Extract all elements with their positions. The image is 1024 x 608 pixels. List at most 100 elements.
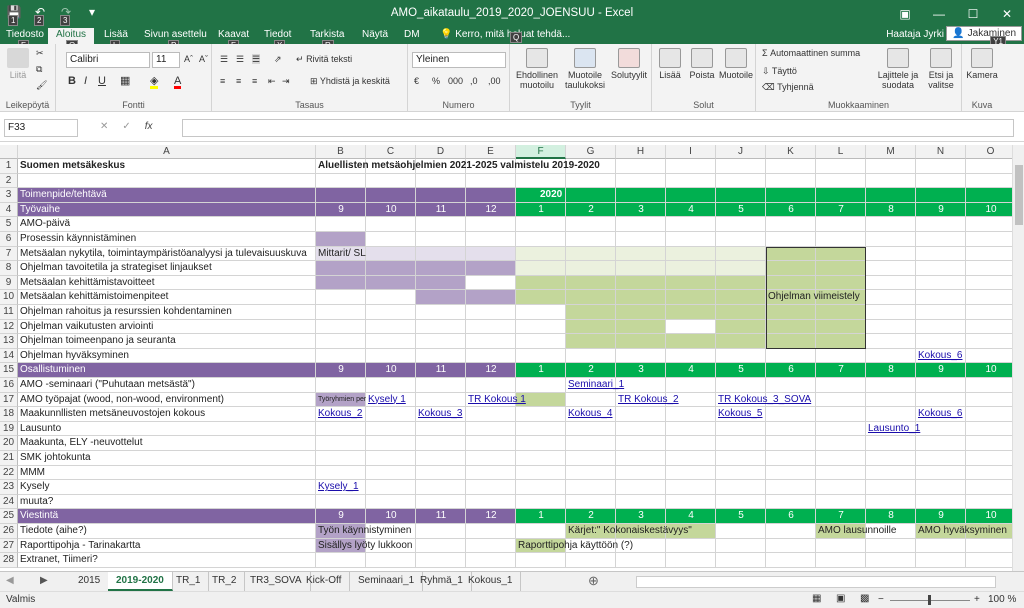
- cell-e11[interactable]: [466, 305, 516, 320]
- cell-m17[interactable]: [866, 392, 916, 408]
- merge-center-button[interactable]: ⊞ Yhdistä ja keskitä: [310, 76, 390, 86]
- row-header-20[interactable]: 20: [0, 436, 18, 451]
- increase-indent-icon[interactable]: ⇥: [282, 76, 290, 86]
- cell-b10[interactable]: [316, 290, 366, 305]
- cell-a23[interactable]: [18, 480, 316, 495]
- cell-e28[interactable]: [466, 553, 516, 568]
- tab-view[interactable]: Näytä: [360, 28, 390, 44]
- cell-g5[interactable]: [566, 217, 616, 232]
- cell-o12[interactable]: [966, 319, 1012, 335]
- cell-l7[interactable]: [816, 246, 866, 262]
- cell-k27[interactable]: [766, 538, 816, 554]
- cell-b20[interactable]: [316, 436, 366, 451]
- cell-c13[interactable]: [366, 334, 416, 349]
- cell-f10[interactable]: [516, 290, 566, 305]
- cell-d26[interactable]: [416, 524, 466, 539]
- cell-f11[interactable]: [516, 305, 566, 320]
- cell-e13[interactable]: [466, 334, 516, 349]
- paste-button[interactable]: Liitä: [4, 48, 32, 80]
- cell-g14[interactable]: [566, 348, 616, 364]
- autosum-button[interactable]: Σ Automaattinen summa: [762, 48, 860, 58]
- tab-dm[interactable]: DM: [402, 28, 422, 44]
- cell-g3[interactable]: [566, 188, 616, 203]
- cell-n13[interactable]: [916, 334, 966, 349]
- cell-m9[interactable]: [866, 275, 916, 291]
- cell-i2[interactable]: [666, 173, 716, 189]
- cell-e19[interactable]: [466, 421, 516, 437]
- increase-decimal-icon[interactable]: ,0: [470, 76, 478, 86]
- cell-f13[interactable]: [516, 334, 566, 349]
- share-button[interactable]: 👤 Jakaminen: [946, 26, 1022, 41]
- cell-a19[interactable]: [18, 421, 316, 437]
- cell-e16[interactable]: [466, 378, 516, 393]
- column-header-g[interactable]: G: [566, 145, 616, 159]
- cell-m3[interactable]: [866, 188, 916, 203]
- cell-n28[interactable]: [916, 553, 966, 568]
- cell-f16[interactable]: [516, 378, 566, 393]
- row-header-18[interactable]: 18: [0, 407, 18, 422]
- cell-e27[interactable]: [466, 538, 516, 554]
- cell-l2[interactable]: [816, 173, 866, 189]
- cell-m23[interactable]: [866, 480, 916, 495]
- cell-k19[interactable]: [766, 421, 816, 437]
- column-header-e[interactable]: E: [466, 145, 516, 159]
- cell-f5[interactable]: [516, 217, 566, 232]
- cell-g24[interactable]: [566, 494, 616, 510]
- cell-i7[interactable]: [666, 246, 716, 262]
- cell-m16[interactable]: [866, 378, 916, 393]
- cell-o14[interactable]: [966, 348, 1012, 364]
- cell-c19[interactable]: [366, 421, 416, 437]
- cell-m13[interactable]: [866, 334, 916, 349]
- cell-o28[interactable]: [966, 553, 1012, 568]
- row-header-23[interactable]: 23: [0, 480, 18, 495]
- cell-m10[interactable]: [866, 290, 916, 305]
- cell-a25[interactable]: [18, 509, 316, 524]
- column-header-f[interactable]: F: [516, 145, 566, 159]
- decrease-decimal-icon[interactable]: ,00: [488, 76, 501, 86]
- close-button[interactable]: ✕: [990, 0, 1024, 28]
- cell-l5[interactable]: [816, 217, 866, 232]
- cell-h20[interactable]: [616, 436, 666, 451]
- cell-g10[interactable]: [566, 290, 616, 305]
- fx-icon[interactable]: fx: [145, 121, 153, 132]
- cell-l1[interactable]: [816, 159, 866, 174]
- cell-d27[interactable]: [416, 538, 466, 554]
- cell-i23[interactable]: [666, 480, 716, 495]
- cell-f22[interactable]: [516, 465, 566, 481]
- cell-k26[interactable]: [766, 524, 816, 539]
- cell-m27[interactable]: [866, 538, 916, 554]
- cell-i21[interactable]: [666, 451, 716, 466]
- cell-f18[interactable]: [516, 407, 566, 422]
- cell-m12[interactable]: [866, 319, 916, 335]
- cell-d21[interactable]: [416, 451, 466, 466]
- add-sheet-icon[interactable]: ⊕: [588, 573, 599, 589]
- currency-icon[interactable]: €: [414, 76, 419, 86]
- name-box[interactable]: F33: [4, 119, 78, 137]
- cell-j7[interactable]: [716, 246, 766, 262]
- cell-e9[interactable]: [466, 275, 516, 291]
- cell-n24[interactable]: [916, 494, 966, 510]
- cell-o19[interactable]: [966, 421, 1012, 437]
- cell-h2[interactable]: [616, 173, 666, 189]
- zoom-out-icon[interactable]: −: [878, 594, 884, 605]
- cell-k9[interactable]: [766, 275, 816, 291]
- cell-g17[interactable]: [566, 392, 616, 408]
- cell-e20[interactable]: [466, 436, 516, 451]
- cell-h1[interactable]: [616, 159, 666, 174]
- cell-o8[interactable]: [966, 261, 1012, 276]
- fill-button[interactable]: ⇩ Täyttö: [762, 66, 797, 76]
- cell-l17[interactable]: [816, 392, 866, 408]
- row-header-6[interactable]: 6: [0, 232, 18, 247]
- cell-k24[interactable]: [766, 494, 816, 510]
- cell-g13[interactable]: [566, 334, 616, 349]
- cell-o23[interactable]: [966, 480, 1012, 495]
- vertical-scrollbar[interactable]: [1012, 145, 1024, 571]
- cell-i19[interactable]: [666, 421, 716, 437]
- wrap-text-button[interactable]: ↵ Rivitä teksti: [296, 54, 352, 64]
- column-header-n[interactable]: N: [916, 145, 966, 159]
- cell-m14[interactable]: [866, 348, 916, 364]
- cell-i18[interactable]: [666, 407, 716, 422]
- row-header-26[interactable]: 26: [0, 524, 18, 539]
- cell-d11[interactable]: [416, 305, 466, 320]
- cell-c28[interactable]: [366, 553, 416, 568]
